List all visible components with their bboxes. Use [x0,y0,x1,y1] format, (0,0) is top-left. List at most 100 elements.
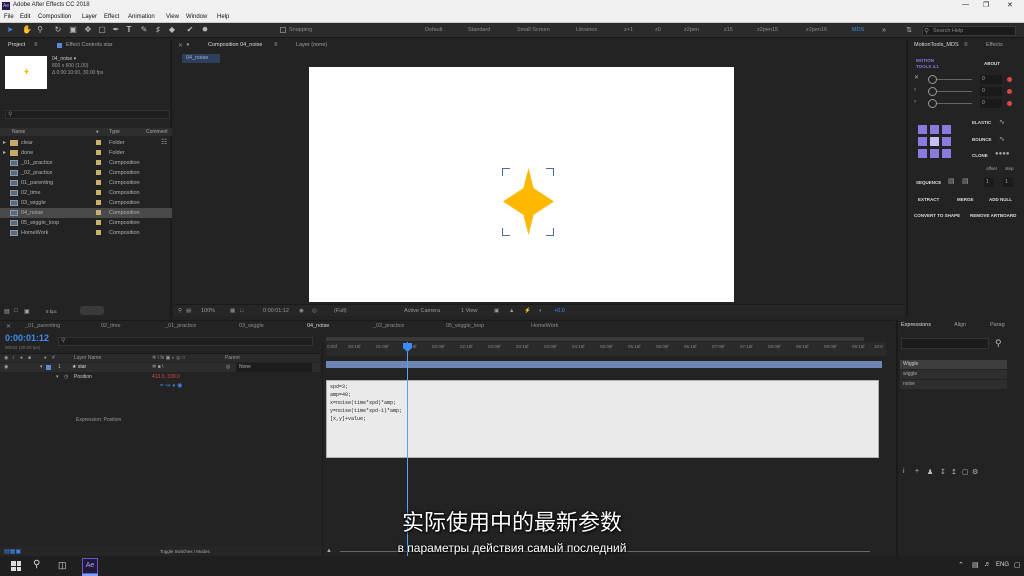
brush-tool-icon[interactable]: ✎ [140,26,148,34]
info-icon[interactable]: i [903,468,905,475]
elastic-curve-icon[interactable]: ∿ [999,118,1005,126]
project-search-input[interactable] [5,110,170,119]
timeline-tab[interactable]: _01_parenting [25,323,60,329]
add-icon[interactable]: + [915,468,919,475]
chevron-up-icon[interactable]: ⌃ [958,561,964,569]
workspace-z1[interactable]: z+1 [624,27,633,33]
workspace-z2pen16[interactable]: z2pen16 [806,27,827,33]
bounce-curve-icon[interactable]: ∿ [999,135,1005,143]
menu-effect[interactable]: Effect [104,14,119,20]
eraser-tool-icon[interactable]: ◆ [168,26,176,34]
menu-window[interactable]: Window [186,14,207,20]
camera-tool-icon[interactable]: ▣ [69,26,77,34]
workspace-mds[interactable]: MDS [852,27,864,33]
timeline-tab[interactable]: _01_practice [165,323,197,329]
stopwatch-icon[interactable]: ◷ [64,374,68,380]
viewer-subtab[interactable]: 04_noise [182,54,220,63]
lock-icon[interactable]: ■ [28,355,31,361]
menu-animation[interactable]: Animation [128,14,155,20]
search-help-input[interactable]: Search Help [922,26,1016,36]
expression-editor[interactable]: spd=3; amp=40; x=noise(time*spd)*amp; y=… [326,380,879,458]
anchor-grid-cell[interactable] [918,125,927,134]
project-item[interactable]: HomeWork Composition [0,228,172,238]
puppet-tool-icon[interactable]: ✸ [201,26,209,34]
workspace-default[interactable]: Default [425,27,442,33]
visibility-icon[interactable]: ◉ [4,364,8,370]
selection-tool-icon[interactable]: ➤ [6,26,14,34]
extract-button[interactable]: EXTRACT [918,197,939,202]
value-field[interactable]: 0 [980,99,1002,108]
expression-list-item[interactable]: Wiggle [900,360,1007,369]
import-icon[interactable]: ↧ [940,468,946,476]
workspace-small-screen[interactable]: Small Screen [517,27,550,33]
value-field[interactable]: 0 [980,87,1002,96]
exposure-value[interactable]: +0.0 [554,308,565,314]
sequence-stairs-icon[interactable]: ▤ [962,177,969,185]
search-icon[interactable]: ⚲ [33,559,40,570]
parent-header[interactable]: Parent [225,355,240,361]
timeline-tab[interactable]: 03_wiggle [239,323,264,329]
workspace-libraries[interactable]: Libraries [576,27,597,33]
work-area-bar[interactable] [326,337,864,341]
layer-label-color[interactable] [46,365,51,370]
channel-icon[interactable]: ◐ [539,308,542,314]
task-view-icon[interactable]: ◫ [58,560,67,571]
expression-search-input[interactable] [901,338,989,349]
tab-motion-tools[interactable]: MotionTools_MDS [914,42,959,48]
project-item[interactable]: _02_practice Composition [0,168,172,178]
timeline-search-input[interactable] [58,337,313,346]
eye-icon[interactable]: ◉ [4,355,8,361]
film-icon[interactable]: ▤ [186,308,191,314]
project-item[interactable]: 05_wiggle_loop Composition [0,218,172,228]
col-type-header[interactable]: Type [109,129,120,135]
delete-icon[interactable]: ▢ [962,468,969,476]
expand-arrow-icon[interactable]: ▸ [3,149,6,156]
expression-list-item[interactable]: wiggle [900,370,1007,379]
reset-dot[interactable] [1007,89,1012,94]
remove-artboard-button[interactable]: REMOVE ARTBOARD [970,213,1016,218]
gear-icon[interactable]: ⚙ [972,468,978,476]
sequence-button[interactable]: SEQUENCE [916,180,941,185]
3d-icon[interactable]: ▲ [509,308,514,314]
step-field[interactable]: 1 [1003,178,1013,187]
elastic-button[interactable]: ELASTIC [972,120,991,125]
magnify-icon[interactable]: ⚲ [178,308,182,314]
comp-name-info[interactable]: 04_noise ▾ [52,56,76,62]
resolution-dropdown[interactable]: (Full) [334,308,347,314]
slider-knob[interactable] [928,87,937,96]
timeline-tab[interactable]: 02_time [101,323,121,329]
solo-icon[interactable]: ● [20,355,23,361]
audio-icon[interactable]: ♪ [12,355,15,361]
workspace-z0[interactable]: z0 [655,27,661,33]
interpret-footage-icon[interactable]: ▤ [4,308,10,315]
col-name-header[interactable]: Name [12,129,25,135]
trash-button[interactable] [80,306,104,315]
layer-name-header[interactable]: Layer Name [74,355,101,361]
layer-row[interactable]: ◉ ▾ 1 ★ star ✲ ■ \ ◎ None [0,363,320,372]
after-effects-taskbar-icon[interactable]: Ae [82,558,98,574]
pan-behind-tool-icon[interactable]: ✥ [84,26,92,34]
sequence-stairs-icon[interactable]: ▤ [948,177,955,185]
anchor-grid-cell[interactable] [918,137,927,146]
export-icon[interactable]: ↥ [951,468,957,476]
stamp-tool-icon[interactable]: ♯ [154,26,162,34]
menu-view[interactable]: View [166,14,179,20]
slider-track[interactable] [937,91,972,92]
restore-icon[interactable]: ❐ [983,1,989,9]
merge-button[interactable]: MERGE [957,197,974,202]
offset-field[interactable]: 1 [984,178,994,187]
col-comment-header[interactable]: Comment [146,129,168,135]
sync-icon[interactable]: ⇅ [905,27,913,35]
fast-preview-icon[interactable]: ⚡ [524,308,531,314]
switches-icon[interactable]: ✲ \ fx ▣ ◐ ◎ □ [152,355,185,361]
snapshot-icon[interactable]: ◉ [299,308,304,314]
new-comp-icon[interactable]: ▣ [24,308,30,315]
project-item[interactable]: 02_time Composition [0,188,172,198]
network-icon[interactable]: ▤ [972,561,979,569]
parent-dropdown[interactable]: None [236,363,312,372]
timeline-tab[interactable]: 05_wiggle_loop [446,323,484,329]
slider-track[interactable] [937,79,972,80]
anchor-grid-cell[interactable] [942,125,951,134]
windows-start-icon[interactable] [11,561,21,571]
workspace-z2pen15[interactable]: z2pen15 [757,27,778,33]
